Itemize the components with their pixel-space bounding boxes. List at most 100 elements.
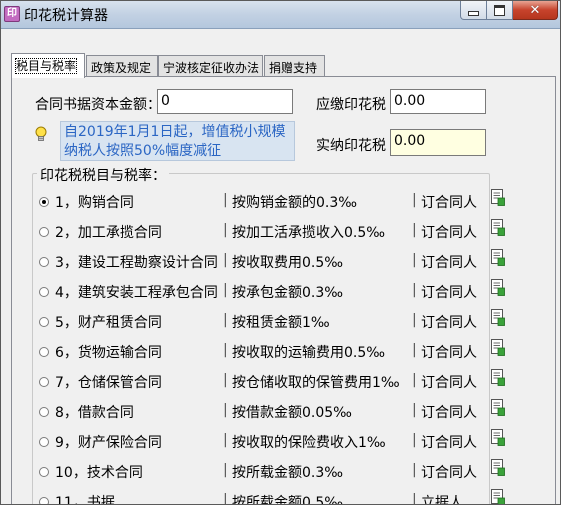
column-separator: | (223, 402, 228, 418)
tax-item-row[interactable]: 2，加工承揽合同 | 按加工活承揽收入0.5‰ | 订合同人 (1, 219, 560, 244)
minimize-button[interactable] (460, 1, 487, 20)
column-separator: | (412, 462, 417, 478)
tax-item-rate: 按购销金额的0.3‰ (232, 195, 358, 211)
tax-item-name: 8，借款合同 (55, 405, 134, 421)
column-separator: | (412, 192, 417, 208)
tax-item-row[interactable]: 4，建筑安装工程承包合同 | 按承包金额0.3‰ | 订合同人 (1, 279, 560, 304)
payable-tax-label: 应缴印花税 (316, 97, 386, 113)
calculator-window: 印 印花税计算器 ✕ 税目与税率 政策及规定 宁波核定征收办法 捐赠支持 合同书… (0, 0, 561, 505)
document-icon[interactable] (491, 249, 505, 266)
document-icon[interactable] (491, 399, 505, 416)
tax-item-payer: 订合同人 (421, 435, 477, 451)
column-separator: | (223, 252, 228, 268)
capital-amount-input[interactable]: 0 (157, 89, 293, 114)
tax-item-name: 3，建设工程勘察设计合同 (55, 255, 218, 271)
column-separator: | (223, 462, 228, 478)
tax-item-payer: 订合同人 (421, 375, 477, 391)
maximize-button[interactable] (487, 1, 513, 20)
column-separator: | (412, 312, 417, 328)
tax-item-row[interactable]: 3，建设工程勘察设计合同 | 按收取费用0.5‰ | 订合同人 (1, 249, 560, 274)
column-separator: | (412, 282, 417, 298)
tab-label: 税目与税率 (14, 58, 78, 74)
tax-item-radio[interactable] (39, 227, 49, 237)
tab-ningbo-method[interactable]: 宁波核定征收办法 (158, 55, 263, 77)
tax-item-radio[interactable] (39, 497, 49, 504)
document-icon[interactable] (491, 309, 505, 326)
tax-item-payer: 订合同人 (421, 405, 477, 421)
tab-policy[interactable]: 政策及规定 (86, 55, 158, 77)
tax-item-row[interactable]: 6，货物运输合同 | 按收取的运输费用0.5‰ | 订合同人 (1, 339, 560, 364)
document-icon[interactable] (491, 339, 505, 356)
column-separator: | (223, 372, 228, 388)
tax-item-row[interactable]: 11，书据 | 按所载金额0.5‰ | 立据人 (1, 489, 560, 505)
column-separator: | (412, 402, 417, 418)
column-separator: | (223, 192, 228, 208)
document-icon[interactable] (491, 459, 505, 476)
close-button[interactable]: ✕ (513, 1, 558, 20)
column-separator: | (412, 492, 417, 505)
tab-tax-items[interactable]: 税目与税率 (11, 53, 85, 78)
payable-tax-field[interactable]: 0.00 (390, 89, 486, 114)
tax-item-name: 5，财产租赁合同 (55, 315, 162, 331)
document-icon[interactable] (491, 429, 505, 446)
tab-label: 捐赠支持 (269, 61, 318, 75)
tax-item-name: 7，仓储保管合同 (55, 375, 162, 391)
tab-donation[interactable]: 捐赠支持 (264, 55, 325, 77)
tax-item-rate: 按租赁金额1‰ (232, 315, 330, 331)
tax-item-radio[interactable] (39, 437, 49, 447)
tax-item-radio[interactable] (39, 467, 49, 477)
tax-item-radio[interactable] (39, 197, 49, 207)
column-separator: | (412, 372, 417, 388)
window-title: 印花税计算器 (24, 8, 108, 24)
tax-item-rate: 按收取的保险费收入1‰ (232, 435, 386, 451)
tax-item-radio[interactable] (39, 407, 49, 417)
tax-item-payer: 订合同人 (421, 465, 477, 481)
tax-item-name: 2，加工承揽合同 (55, 225, 162, 241)
tax-item-row[interactable]: 7，仓储保管合同 | 按仓储收取的保管费用1‰ | 订合同人 (1, 369, 560, 394)
tax-item-payer: 订合同人 (421, 195, 477, 211)
column-separator: | (412, 432, 417, 448)
document-icon[interactable] (491, 369, 505, 386)
window-controls: ✕ (460, 1, 558, 21)
column-separator: | (412, 252, 417, 268)
tax-item-payer: 订合同人 (421, 345, 477, 361)
app-icon: 印 (4, 6, 20, 22)
tax-item-rate: 按收取的运输费用0.5‰ (232, 345, 386, 361)
tax-item-payer: 订合同人 (421, 225, 477, 241)
column-separator: | (223, 342, 228, 358)
tax-item-rate: 按借款金额0.05‰ (232, 405, 352, 421)
tax-item-radio[interactable] (39, 317, 49, 327)
title-bar[interactable]: 印 印花税计算器 ✕ (1, 1, 560, 29)
column-separator: | (223, 312, 228, 328)
actual-tax-field[interactable]: 0.00 (390, 129, 486, 156)
tax-item-rate: 按所载金额0.5‰ (232, 495, 344, 505)
tax-item-rate: 按所载金额0.3‰ (232, 465, 344, 481)
tax-item-row[interactable]: 8，借款合同 | 按借款金额0.05‰ | 订合同人 (1, 399, 560, 424)
tax-item-radio[interactable] (39, 287, 49, 297)
tax-item-row[interactable]: 1，购销合同 | 按购销金额的0.3‰ | 订合同人 (1, 189, 560, 214)
policy-notice: 自2019年1月1日起，增值税小规模纳税人按照50%幅度减征 (60, 121, 295, 161)
tax-item-row[interactable]: 9，财产保险合同 | 按收取的保险费收入1‰ | 订合同人 (1, 429, 560, 454)
tax-item-name: 4，建筑安装工程承包合同 (55, 285, 218, 301)
document-icon[interactable] (491, 489, 505, 504)
tax-item-radio[interactable] (39, 377, 49, 387)
tax-item-rate: 按加工活承揽收入0.5‰ (232, 225, 386, 241)
tax-item-row[interactable]: 10，技术合同 | 按所载金额0.3‰ | 订合同人 (1, 459, 560, 484)
tax-item-name: 11，书据 (55, 495, 115, 505)
document-icon[interactable] (491, 279, 505, 296)
minimize-icon (468, 10, 479, 16)
tax-item-radio[interactable] (39, 257, 49, 267)
close-icon: ✕ (529, 2, 541, 18)
column-separator: | (223, 432, 228, 448)
tax-item-name: 9，财产保险合同 (55, 435, 162, 451)
tax-item-radio[interactable] (39, 347, 49, 357)
document-icon[interactable] (491, 219, 505, 236)
tax-item-row[interactable]: 5，财产租赁合同 | 按租赁金额1‰ | 订合同人 (1, 309, 560, 334)
tax-item-payer: 立据人 (421, 495, 463, 505)
tax-item-rate: 按收取费用0.5‰ (232, 255, 344, 271)
tax-items-group-title: 印花税税目与税率： (37, 165, 169, 185)
document-icon[interactable] (491, 189, 505, 206)
column-separator: | (223, 222, 228, 238)
tax-item-payer: 订合同人 (421, 315, 477, 331)
tax-item-payer: 订合同人 (421, 285, 477, 301)
